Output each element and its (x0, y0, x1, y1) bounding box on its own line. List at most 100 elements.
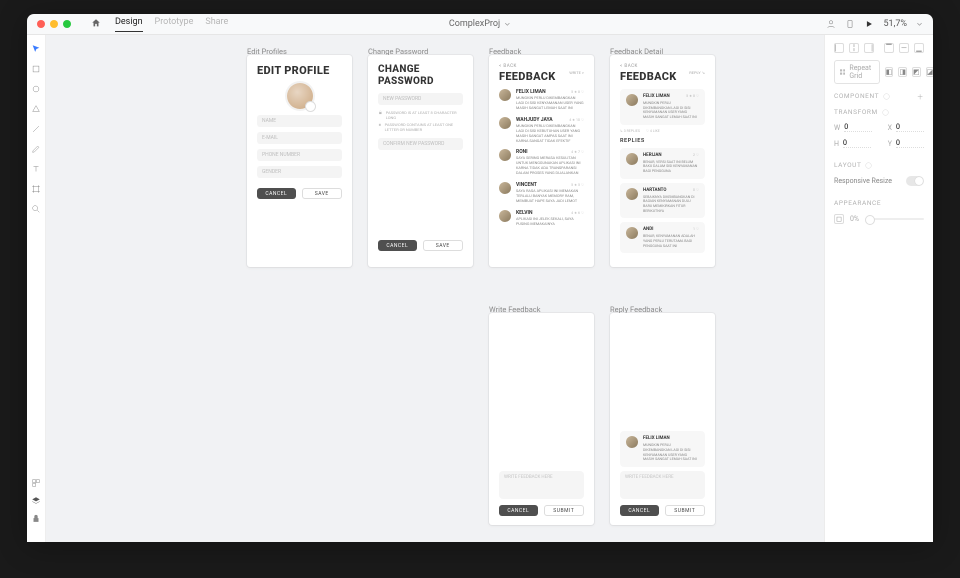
email-field[interactable]: E-MAIL (257, 132, 342, 144)
cancel-button[interactable]: CANCEL (499, 505, 538, 516)
home-icon[interactable] (91, 18, 101, 31)
avatar[interactable] (287, 83, 313, 109)
save-button[interactable]: SAVE (423, 240, 464, 251)
tab-share[interactable]: Share (205, 17, 228, 32)
reply-link[interactable]: REPLY ↘ (689, 70, 705, 75)
reply-item[interactable]: ANDI1 ♡BENAR, KENYAMANAN ADALAH YANG PER… (620, 222, 705, 253)
boolean-subtract-icon[interactable]: ◨ (898, 67, 907, 77)
line-tool-icon[interactable] (31, 124, 41, 134)
feedback-textarea[interactable]: WRITE FEEDBACK HERE (499, 471, 584, 499)
align-bottom-icon[interactable]: ▁ (914, 43, 924, 53)
repeat-grid-button[interactable]: Repeat Grid (834, 60, 880, 84)
align-center-v-icon[interactable]: ─ (899, 43, 909, 53)
assets-icon[interactable] (31, 478, 41, 488)
repeat-grid-label: Repeat Grid (849, 64, 873, 80)
page-title: FEEDBACK (499, 70, 556, 83)
reply-meta: 1 ♡ (693, 227, 699, 232)
align-center-h-icon[interactable]: ╎ (849, 43, 859, 53)
boolean-exclude-icon[interactable]: ◪ (926, 67, 933, 77)
back-link[interactable]: < BACK (499, 64, 584, 69)
opacity-slider[interactable] (865, 218, 924, 220)
responsive-toggle[interactable] (906, 176, 924, 186)
align-left-icon[interactable]: ⎸ (834, 43, 844, 53)
project-title[interactable]: ComplexProj (449, 19, 511, 29)
artboard-feedback[interactable]: < BACK FEEDBACK WRITE > FELIX LIMAN5 ★ 8… (489, 55, 594, 267)
add-icon[interactable]: ＋ (917, 91, 924, 101)
name-field[interactable]: NAME (257, 115, 342, 127)
height-input[interactable] (843, 139, 871, 148)
boolean-intersect-icon[interactable]: ◩ (912, 67, 921, 77)
select-tool-icon[interactable] (31, 44, 41, 54)
close-icon[interactable] (37, 20, 45, 28)
artboard-change-password[interactable]: CHANGE PASSWORD NEW PASSWORD PASSWORD IS… (368, 55, 473, 267)
visibility-icon[interactable]: ◻ (834, 214, 844, 224)
left-toolbar (27, 35, 46, 542)
feedback-post[interactable]: KELVIN4 ★ 6 ♡APLIKASI INI JELEK SEKALI, … (499, 210, 584, 227)
save-button[interactable]: SAVE (302, 188, 343, 199)
play-icon[interactable] (864, 19, 874, 29)
y-input[interactable] (896, 139, 924, 148)
align-top-icon[interactable]: ▔ (884, 43, 894, 53)
boolean-add-icon[interactable]: ◧ (885, 67, 894, 77)
reply-item[interactable]: HERIJAN2 ♡BENAR, VERSI SAAT INI BELUM BA… (620, 148, 705, 179)
post-text: MUNGKIN PERLU DIKEMBANGKAN LAGI DI SISI … (643, 443, 699, 462)
artboard-reply-feedback[interactable]: FELIX LIMAN MUNGKIN PERLU DIKEMBANGKAN L… (610, 313, 715, 525)
section-title: TRANSFORM (834, 108, 878, 116)
x-input[interactable] (896, 123, 924, 132)
window-controls (37, 20, 71, 28)
new-password-field[interactable]: NEW PASSWORD (378, 93, 463, 105)
rectangle-tool-icon[interactable] (31, 64, 41, 74)
back-link[interactable]: < BACK (620, 64, 705, 69)
submit-button[interactable]: SUBMIT (544, 505, 585, 516)
polygon-tool-icon[interactable] (31, 104, 41, 114)
reply-meta: 2 ♡ (693, 153, 699, 158)
section-title: COMPONENT (834, 92, 879, 100)
phone-field[interactable]: PHONE NUMBER (257, 149, 342, 161)
pen-tool-icon[interactable] (31, 144, 41, 154)
zoom-level[interactable]: 51,7% (883, 19, 907, 29)
plugins-icon[interactable] (31, 514, 41, 524)
hint-text: PASSWORD CONTAINS AT LEAST ONE LETTER OR… (385, 122, 463, 132)
maximize-icon[interactable] (63, 20, 71, 28)
artboard-write-feedback[interactable]: WRITE FEEDBACK HERE CANCEL SUBMIT (489, 313, 594, 525)
feedback-post[interactable]: RONI4 ★ 7 ♡SAYA SERING MERASA KESULITAN … (499, 149, 584, 176)
cancel-button[interactable]: CANCEL (620, 505, 659, 516)
artboard-tool-icon[interactable] (31, 184, 41, 194)
post-author: WAHJUDY JAYA (516, 117, 553, 123)
feedback-post[interactable]: FELIX LIMAN5 ★ 8 ♡MUNGKIN PERLU DIKEMBAN… (499, 89, 584, 111)
layers-icon[interactable] (31, 496, 41, 506)
cancel-button[interactable]: CANCEL (378, 240, 417, 251)
submit-button[interactable]: SUBMIT (665, 505, 706, 516)
tab-design[interactable]: Design (115, 17, 143, 32)
chevron-down-icon[interactable] (916, 21, 923, 28)
zoom-tool-icon[interactable] (31, 204, 41, 214)
avatar (499, 210, 511, 222)
reply-item[interactable]: HARTANTO0 ♡SEBAIKNYA DIKEMBANGKAN DI BAG… (620, 183, 705, 219)
cancel-button[interactable]: CANCEL (257, 188, 296, 199)
lock-icon (378, 110, 383, 115)
tab-prototype[interactable]: Prototype (155, 17, 194, 32)
gender-field[interactable]: GENDER (257, 166, 342, 178)
mobile-icon[interactable] (845, 19, 855, 29)
confirm-password-field[interactable]: CONFIRM NEW PASSWORD (378, 138, 463, 150)
info-icon[interactable] (883, 93, 890, 100)
canvas[interactable]: Edit Profiles EDIT PROFILE NAME E-MAIL P… (46, 35, 824, 542)
info-icon[interactable] (865, 162, 872, 169)
text-tool-icon[interactable] (31, 164, 41, 174)
minimize-icon[interactable] (50, 20, 58, 28)
reply-count: ↳ 3 REPLIES (620, 129, 640, 133)
write-link[interactable]: WRITE > (569, 70, 584, 75)
artboard-edit-profile[interactable]: EDIT PROFILE NAME E-MAIL PHONE NUMBER GE… (247, 55, 352, 267)
reply-textarea[interactable]: WRITE FEEDBACK HERE (620, 471, 705, 499)
ellipse-tool-icon[interactable] (31, 84, 41, 94)
width-input[interactable] (844, 123, 872, 132)
artboard-feedback-detail[interactable]: < BACK FEEDBACK REPLY ↘ FELIX LIMAN5 ★ 8… (610, 55, 715, 267)
avatar-icon[interactable] (826, 19, 836, 29)
page-title: CHANGE PASSWORD (378, 64, 463, 87)
info-icon[interactable] (882, 109, 889, 116)
post-meta: 4 ★ 6 ♡ (571, 210, 584, 216)
feedback-post[interactable]: VINCENT5 ★ 5 ♡SAYA RASA APLIKASI INI MEM… (499, 182, 584, 204)
align-right-icon[interactable]: ⎹ (864, 43, 874, 53)
feedback-post[interactable]: WAHJUDY JAYA4 ★ 10 ♡MUNGKIN PERLU DIKEMB… (499, 117, 584, 144)
post-text: APLIKASI INI JELEK SEKALI, SAYA PUSING M… (516, 217, 584, 227)
